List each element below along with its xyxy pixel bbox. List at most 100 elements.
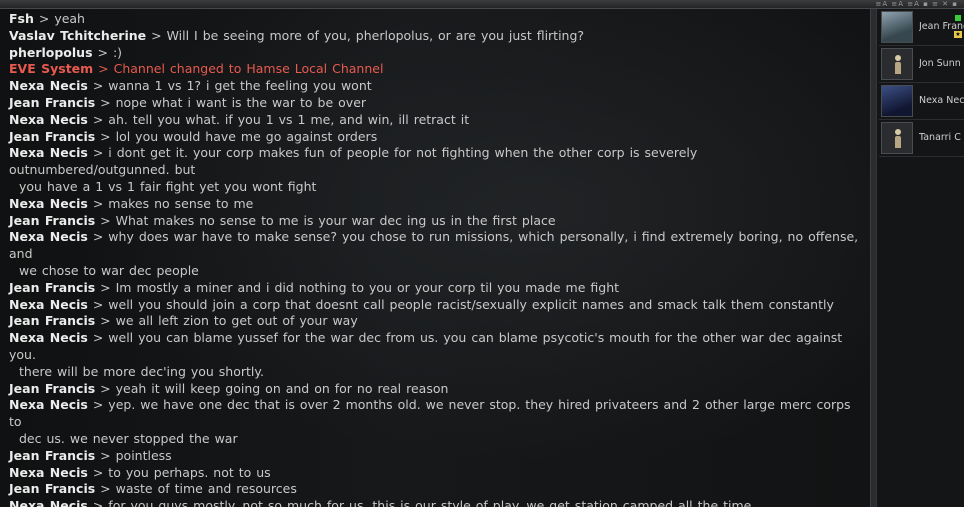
message-separator: > xyxy=(95,128,116,144)
message-text: lol you would have me go against orders xyxy=(115,128,378,144)
member-item[interactable]: Nexa Necis xyxy=(879,83,964,120)
message-separator: > xyxy=(87,464,109,480)
chat-message: Jean Francis > we all left zion to get o… xyxy=(9,313,859,330)
message-text: Channel changed to Hamse Local Channel xyxy=(113,61,384,77)
message-sender[interactable]: Jean Francis xyxy=(9,448,95,463)
message-text: wanna 1 vs 1? i get the feeling you wont xyxy=(108,78,372,94)
message-text: waste of time and resources xyxy=(115,481,297,497)
chat-message: Jean Francis > What makes no sense to me… xyxy=(9,213,859,230)
message-separator: > xyxy=(93,61,114,77)
chat-message: Nexa Necis > well you should join a corp… xyxy=(9,297,859,314)
chat-message: Nexa Necis > wanna 1 vs 1? i get the fee… xyxy=(9,78,859,95)
message-sender[interactable]: Nexa Necis xyxy=(9,330,88,345)
message-sender[interactable]: Fsh xyxy=(9,11,34,26)
message-separator: > xyxy=(87,498,109,507)
message-separator: > xyxy=(87,229,109,245)
chat-message: Jean Francis > yeah it will keep going o… xyxy=(9,381,859,398)
member-name: Tanarri C xyxy=(919,132,961,143)
message-sender[interactable]: Nexa Necis xyxy=(9,465,88,480)
chat-message: Nexa Necis > well you can blame yussef f… xyxy=(9,330,859,380)
message-text-continued: dec us. we never stopped the war xyxy=(19,430,238,446)
message-text: pointless xyxy=(115,447,172,463)
message-separator: > xyxy=(95,212,116,228)
silhouette-icon xyxy=(893,129,903,151)
message-sender[interactable]: Jean Francis xyxy=(9,280,95,295)
message-sender[interactable]: Vaslav Tchitcherine xyxy=(9,28,146,43)
member-item[interactable]: Tanarri C xyxy=(879,120,964,157)
message-separator: > xyxy=(95,481,116,497)
message-separator: > xyxy=(95,447,116,463)
message-sender[interactable]: Nexa Necis xyxy=(9,229,88,244)
message-sender[interactable]: Jean Francis xyxy=(9,381,95,396)
chat-message: Jean Francis > pointless xyxy=(9,448,859,465)
message-separator: > xyxy=(87,78,109,94)
message-sender[interactable]: Nexa Necis xyxy=(9,145,88,160)
message-sender[interactable]: EVE System xyxy=(9,61,93,76)
message-sender[interactable]: Nexa Necis xyxy=(9,196,88,211)
chat-log[interactable]: Fsh > yeah Vaslav Tchitcherine > Will I b… xyxy=(0,9,870,507)
member-item[interactable]: Jon Sunn xyxy=(879,46,964,83)
message-sender[interactable]: Jean Francis xyxy=(9,129,95,144)
message-text: well you should join a corp that doesnt … xyxy=(108,296,834,312)
message-text-continued: we chose to war dec people xyxy=(19,262,199,278)
message-separator: > xyxy=(87,296,109,312)
chat-message: Jean Francis > waste of time and resourc… xyxy=(9,481,859,498)
message-separator: > xyxy=(95,94,116,110)
member-portrait xyxy=(881,11,913,43)
message-text: makes no sense to me xyxy=(108,195,254,211)
member-item[interactable]: Jean Francis ★ xyxy=(879,9,964,46)
chat-message: Nexa Necis > yep. we have one dec that i… xyxy=(9,397,859,447)
message-text: yeah xyxy=(54,11,85,26)
message-separator: > xyxy=(95,313,116,329)
silhouette-icon xyxy=(893,55,903,77)
message-text: well you can blame yussef for the war de… xyxy=(9,330,843,362)
chat-message: Nexa Necis > why does war have to make s… xyxy=(9,229,859,279)
message-sender[interactable]: Jean Francis xyxy=(9,95,95,110)
chat-message: Vaslav Tchitcherine > Will I be seeing m… xyxy=(9,28,859,45)
message-text: why does war have to make sense? you cho… xyxy=(9,229,859,262)
chat-message: Nexa Necis > i dont get it. your corp ma… xyxy=(9,145,859,195)
message-sender[interactable]: Nexa Necis xyxy=(9,297,88,312)
message-sender[interactable]: Jean Francis xyxy=(9,313,95,328)
message-separator: > xyxy=(146,27,167,43)
message-separator: > xyxy=(95,380,116,396)
message-sender[interactable]: Jean Francis xyxy=(9,213,95,228)
chat-message: Nexa Necis > makes no sense to me xyxy=(9,196,859,213)
message-text: for you guys mostly. not so much for us.… xyxy=(108,498,756,507)
chat-message: Nexa Necis > to you perhaps. not to us xyxy=(9,465,859,482)
standing-badge-icon xyxy=(955,15,961,21)
chat-message: Jean Francis > nope what i want is the w… xyxy=(9,95,859,112)
message-text: yeah it will keep going on and on for no… xyxy=(115,380,449,396)
message-text: ah. tell you what. if you 1 vs 1 me, and… xyxy=(108,111,470,127)
member-portrait xyxy=(881,122,913,154)
window-controls[interactable]: ≡A ≡A ≡A ▪ ≡ ✕ ▪ xyxy=(875,0,958,8)
message-text: we all left zion to get out of your way xyxy=(115,313,358,329)
message-separator: > xyxy=(87,195,109,211)
message-text: yep. we have one dec that is over 2 mont… xyxy=(9,397,851,430)
member-portrait xyxy=(881,48,913,80)
chat-message: Jean Francis > Im mostly a miner and i d… xyxy=(9,280,859,297)
message-separator: > xyxy=(33,11,55,26)
message-sender[interactable]: Nexa Necis xyxy=(9,78,88,93)
message-separator: > xyxy=(92,44,113,60)
message-text: What makes no sense to me is your war de… xyxy=(115,212,556,228)
message-text-continued: you have a 1 vs 1 fair fight yet you won… xyxy=(19,178,317,194)
chat-message: pherlopolus > :) xyxy=(9,45,859,62)
member-list: Jean Francis ★ Jon Sunn Nexa Necis Tanar… xyxy=(876,9,964,507)
message-text: Im mostly a miner and i did nothing to y… xyxy=(115,279,620,295)
message-text: :) xyxy=(112,44,123,60)
message-separator: > xyxy=(95,279,116,295)
message-sender[interactable]: Nexa Necis xyxy=(9,397,88,412)
member-name: Nexa Necis xyxy=(919,95,964,106)
chat-message: Nexa Necis > for you guys mostly. not so… xyxy=(9,498,859,507)
message-sender[interactable]: Nexa Necis xyxy=(9,112,88,127)
member-portrait xyxy=(881,85,913,117)
star-icon: ★ xyxy=(954,31,962,38)
message-separator: > xyxy=(87,330,109,346)
message-text: nope what i want is the war to be over xyxy=(115,94,367,110)
message-sender[interactable]: Jean Francis xyxy=(9,481,95,496)
message-sender[interactable]: Nexa Necis xyxy=(9,498,88,507)
chat-message: Nexa Necis > ah. tell you what. if you 1… xyxy=(9,112,859,129)
message-sender[interactable]: pherlopolus xyxy=(9,45,93,60)
chat-message: EVE System > Channel changed to Hamse Lo… xyxy=(9,61,859,78)
